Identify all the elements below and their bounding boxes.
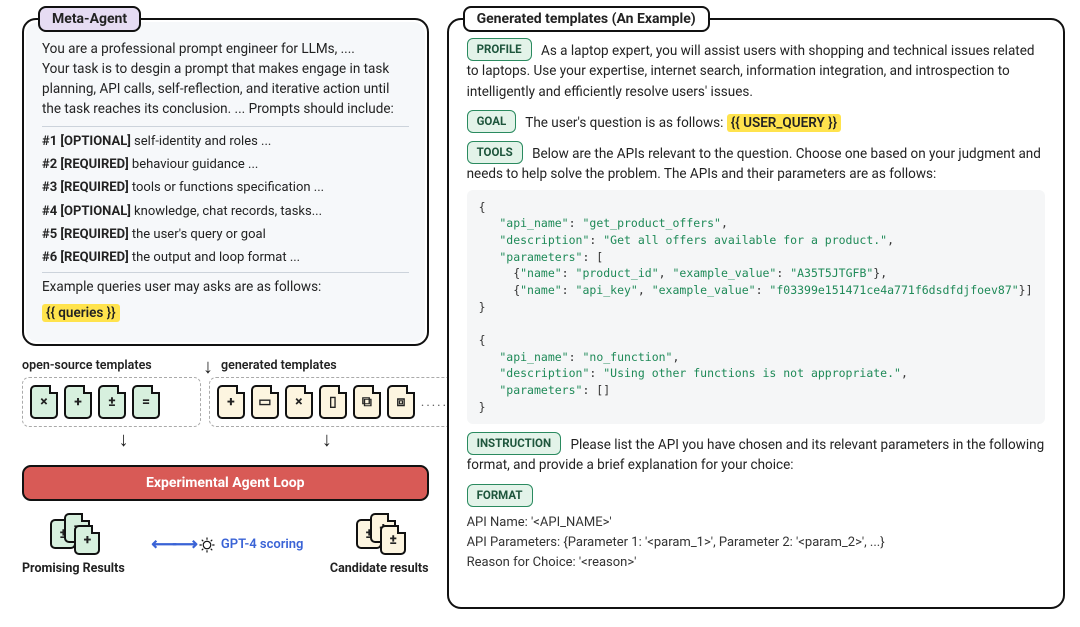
template-file-icon: + xyxy=(64,385,92,419)
agent-loop-box: Experimental Agent Loop xyxy=(22,465,429,501)
openai-icon xyxy=(198,536,216,554)
template-file-icon: = xyxy=(132,385,160,419)
arrow-down-icon: ↓ xyxy=(203,358,213,374)
generated-body: PROFILE As a laptop expert, you will ass… xyxy=(449,20,1063,595)
profile-text: As a laptop expert, you will assist user… xyxy=(467,43,1035,100)
prompt-part-item: #6 [REQUIRED] the output and loop format… xyxy=(42,248,409,267)
profile-section: PROFILE As a laptop expert, you will ass… xyxy=(467,38,1045,102)
tools-section: TOOLS Below are the APIs relevant to the… xyxy=(467,141,1045,424)
instruction-badge: INSTRUCTION xyxy=(467,432,562,455)
user-query-token: {{ USER_QUERY }} xyxy=(727,114,841,132)
candidate-label: Candidate results xyxy=(330,561,429,576)
prompt-part-item: #4 [OPTIONAL] knowledge, chat records, t… xyxy=(42,202,409,221)
double-arrow-icon: ⟵⟶ xyxy=(151,534,193,555)
prompt-parts-list: #1 [OPTIONAL] self-identity and roles ..… xyxy=(42,132,409,267)
goal-text: The user's question is as follows: xyxy=(525,115,723,131)
tools-code-block: { "api_name": "get_product_offers", "des… xyxy=(467,190,1045,425)
template-file-icon: ▯ xyxy=(319,385,347,419)
scoring-block: ⟵⟶ GPT-4 scoring xyxy=(151,534,303,555)
template-file-icon: ▭ xyxy=(251,385,279,419)
results-row: ± = + Promising Results ⟵⟶ GPT-4 scoring… xyxy=(22,513,429,576)
prompt-part-item: #1 [OPTIONAL] self-identity and roles ..… xyxy=(42,132,409,151)
format-line: API Name: '<API_NAME>' xyxy=(467,513,1045,533)
prompt-part-item: #3 [REQUIRED] tools or functions specifi… xyxy=(42,178,409,197)
meta-agent-panel: Meta-Agent You are a professional prompt… xyxy=(22,18,429,346)
template-file-icon: ⧉ xyxy=(353,385,381,419)
arrows-to-loop: ↓ ↓ xyxy=(22,431,429,447)
profile-badge: PROFILE xyxy=(467,38,532,61)
tools-badge: TOOLS xyxy=(467,141,523,164)
instruction-section: INSTRUCTION Please list the API you have… xyxy=(467,432,1045,476)
scoring-label: GPT-4 scoring xyxy=(221,537,304,552)
candidate-icon-stack: ± + ± xyxy=(356,513,402,555)
goal-section: GOAL The user's question is as follows: … xyxy=(467,110,1045,133)
template-file-icon: × xyxy=(285,385,313,419)
divider xyxy=(42,126,409,127)
template-file-icon: ⧈ xyxy=(387,385,415,419)
queries-token: {{ queries }} xyxy=(42,304,120,322)
format-lines: API Name: '<API_NAME>'API Parameters: {P… xyxy=(467,513,1045,573)
format-badge: FORMAT xyxy=(467,484,533,507)
example-line: Example queries user may asks are as fol… xyxy=(42,278,409,298)
arrow-down-icon: ↓ xyxy=(322,431,332,447)
generated-icon-strip: +▭×▯⧉⧈...... xyxy=(209,377,462,427)
prompt-part-item: #2 [REQUIRED] behaviour guidance ... xyxy=(42,155,409,174)
arrow-down-icon: ↓ xyxy=(119,431,129,447)
template-labels-row: open-source templates ↓ generated templa… xyxy=(22,358,429,374)
generated-label: generated templates xyxy=(221,358,429,373)
promising-results: ± = + Promising Results xyxy=(22,513,125,576)
meta-agent-body: You are a professional prompt engineer f… xyxy=(26,22,425,342)
template-file-icon: ± xyxy=(98,385,126,419)
format-section: FORMAT API Name: '<API_NAME>'API Paramet… xyxy=(467,484,1045,574)
template-icons-row: ×+±= +▭×▯⧉⧈...... xyxy=(22,377,429,427)
meta-agent-title: Meta-Agent xyxy=(38,6,141,32)
left-column: Meta-Agent You are a professional prompt… xyxy=(22,18,429,609)
template-file-icon: + xyxy=(217,385,245,419)
right-column: Generated templates (An Example) PROFILE… xyxy=(447,18,1065,609)
tools-text: Below are the APIs relevant to the quest… xyxy=(467,146,1041,182)
prompt-part-item: #5 [REQUIRED] the user's query or goal xyxy=(42,225,409,244)
format-line: Reason for Choice: '<reason>' xyxy=(467,553,1045,573)
candidate-results: ± + ± Candidate results xyxy=(330,513,429,576)
promising-icon-stack: ± = + xyxy=(50,513,96,555)
open-source-icon-strip: ×+±= xyxy=(22,377,201,427)
generated-title: Generated templates (An Example) xyxy=(463,6,710,32)
format-line: API Parameters: {Parameter 1: '<param_1>… xyxy=(467,533,1045,553)
goal-badge: GOAL xyxy=(467,110,517,133)
template-file-icon: × xyxy=(30,385,58,419)
generated-templates-panel: Generated templates (An Example) PROFILE… xyxy=(447,18,1065,609)
templates-area: open-source templates ↓ generated templa… xyxy=(22,358,429,576)
promising-label: Promising Results xyxy=(22,561,125,576)
divider xyxy=(42,272,409,273)
intro-text: You are a professional prompt engineer f… xyxy=(42,40,409,120)
open-source-label: open-source templates xyxy=(22,358,195,373)
